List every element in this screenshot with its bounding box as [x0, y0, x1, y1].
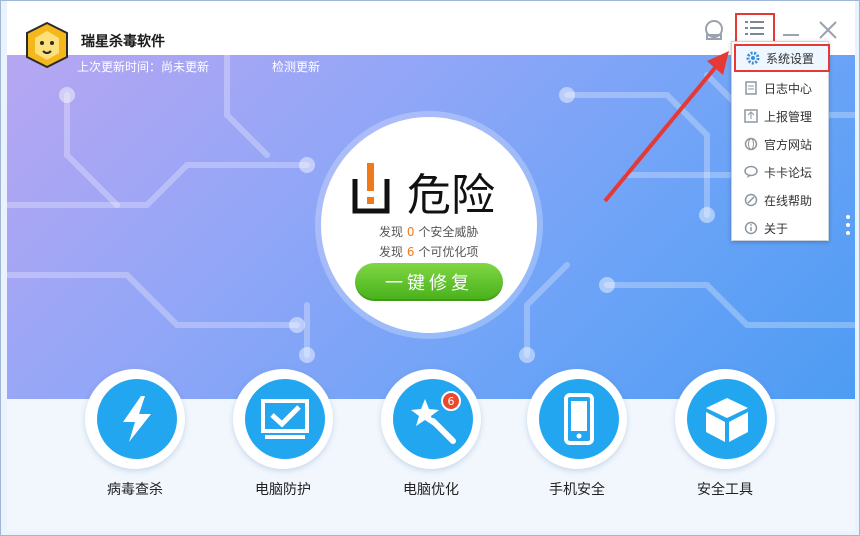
- optimize-summary: 发现 6 个可优化项: [379, 243, 478, 260]
- menu-item-label: 在线帮助: [764, 193, 813, 208]
- tool-virus-scan[interactable]: 病毒查杀: [83, 369, 187, 509]
- danger-power-icon: [352, 163, 390, 214]
- one-click-fix-button[interactable]: 一键修复: [355, 263, 503, 301]
- lightning-icon: [123, 396, 151, 442]
- status-circle: 危险 发现 0 个安全威胁 发现 6 个可优化项 一键修复: [321, 117, 537, 333]
- main-menu-dropdown: 系统设置 日志中心 上报管理 官方网站 卡卡论坛 在线帮助 关于: [731, 41, 830, 242]
- help-icon: [744, 193, 758, 207]
- menu-item-label: 日志中心: [764, 81, 813, 96]
- list-menu-icon: [745, 21, 764, 35]
- app-title: 瑞星杀毒软件: [81, 34, 165, 50]
- tool-mobile-security[interactable]: 手机安全: [525, 369, 629, 509]
- menu-item-label: 系统设置: [766, 51, 815, 66]
- side-handle-icon[interactable]: [843, 213, 853, 237]
- minimize-button[interactable]: [779, 17, 805, 43]
- threat-suffix: 个安全威胁: [418, 225, 479, 239]
- log-icon: [745, 81, 757, 95]
- phone-icon: [564, 393, 594, 445]
- tool-core: [539, 379, 619, 459]
- close-button[interactable]: [815, 17, 841, 43]
- tool-core: [687, 379, 767, 459]
- menu-item-system-settings[interactable]: 系统设置: [734, 44, 830, 72]
- tool-label: 电脑防护: [255, 482, 311, 498]
- optimize-count: 6: [406, 245, 415, 259]
- info-icon: [744, 221, 758, 235]
- update-status-bar: 上次更新时间：尚未更新 检测更新: [7, 55, 855, 77]
- menu-item-label: 关于: [764, 221, 789, 236]
- tool-label: 病毒查杀: [107, 482, 163, 498]
- menu-item-log-center[interactable]: 日志中心: [734, 74, 828, 102]
- tool-security-tools[interactable]: 安全工具: [673, 369, 777, 509]
- optimize-count-badge: 6: [441, 391, 461, 411]
- box-icon: [706, 398, 748, 442]
- menu-item-label: 卡卡论坛: [764, 165, 813, 180]
- menu-item-label: 上报管理: [764, 109, 813, 124]
- gear-icon: [746, 51, 760, 65]
- chat-icon: [744, 165, 758, 178]
- monitor-check-icon: [261, 399, 309, 439]
- globe-icon: [744, 137, 758, 151]
- mascot-icon: [705, 20, 723, 40]
- danger-title: 危险: [407, 170, 495, 221]
- optimize-prefix: 发现: [379, 245, 404, 259]
- main-menu-button[interactable]: [735, 13, 775, 43]
- threat-prefix: 发现: [379, 225, 404, 239]
- menu-item-kaka-forum[interactable]: 卡卡论坛: [734, 158, 828, 186]
- skin-button[interactable]: [701, 17, 727, 43]
- tool-core: [97, 379, 177, 459]
- tool-pc-protection[interactable]: 电脑防护: [231, 369, 335, 509]
- tool-core: [393, 379, 473, 459]
- app-window: 瑞星杀毒软件 上次更新时间：尚未更新 检测更新 危险 发现 0 个安全威胁 发现…: [0, 0, 860, 536]
- tool-label: 手机安全: [549, 482, 605, 498]
- tool-pc-optimize[interactable]: 6 电脑优化: [379, 369, 483, 509]
- tool-label: 电脑优化: [403, 482, 459, 498]
- threat-count: 0: [406, 225, 415, 239]
- minimize-icon: [783, 34, 799, 36]
- menu-item-official-site[interactable]: 官方网站: [734, 130, 828, 158]
- check-update-link[interactable]: 检测更新: [272, 58, 320, 75]
- menu-item-label: 官方网站: [764, 137, 813, 152]
- upload-icon: [744, 109, 758, 123]
- tool-core: [245, 379, 325, 459]
- close-icon: [819, 21, 837, 39]
- tool-label: 安全工具: [697, 482, 753, 498]
- last-update-text: 上次更新时间：尚未更新: [77, 60, 210, 74]
- threat-summary: 发现 0 个安全威胁: [379, 223, 478, 240]
- menu-item-online-help[interactable]: 在线帮助: [734, 186, 828, 214]
- optimize-suffix: 个可优化项: [418, 245, 479, 259]
- menu-item-report-management[interactable]: 上报管理: [734, 102, 828, 130]
- menu-item-about[interactable]: 关于: [734, 214, 828, 242]
